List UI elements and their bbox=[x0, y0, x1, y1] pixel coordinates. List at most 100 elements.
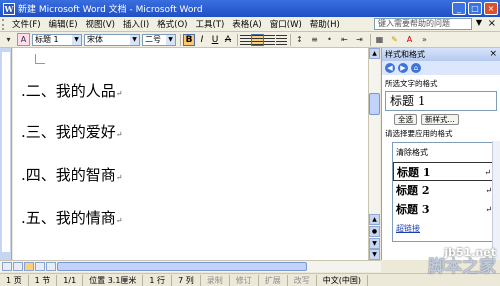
forward-icon[interactable]: ▶ bbox=[398, 63, 408, 73]
pane-navigation: ◀ ▶ ⌂ bbox=[382, 61, 500, 75]
select-all-button[interactable]: 全选 bbox=[394, 114, 417, 125]
style-item-heading-2[interactable]: 标题 2 ↵ bbox=[393, 181, 496, 200]
border-icon[interactable]: ▦ bbox=[373, 33, 386, 46]
pane-title: 样式和格式 bbox=[385, 50, 425, 59]
italic-button[interactable]: I bbox=[196, 34, 208, 46]
scroll-thumb[interactable] bbox=[369, 93, 380, 115]
highlight-icon[interactable]: ✎ bbox=[388, 33, 401, 46]
menu-grip-icon[interactable] bbox=[2, 18, 5, 30]
font-color-icon[interactable]: A bbox=[403, 33, 416, 46]
menu-file[interactable]: 文件(F) bbox=[8, 18, 45, 30]
menu-help[interactable]: 帮助(H) bbox=[306, 18, 344, 30]
web-view-icon[interactable] bbox=[13, 262, 23, 271]
normal-view-icon[interactable] bbox=[2, 262, 12, 271]
font-size-select[interactable]: 二号 ▼ bbox=[142, 33, 176, 46]
styles-formatting-pane: 样式和格式 × ◀ ▶ ⌂ 所选文字的格式 标题 1 全选 新样式... 请选择… bbox=[381, 48, 500, 260]
increase-indent-icon[interactable]: ⇥ bbox=[353, 33, 366, 46]
pane-scrollbar[interactable] bbox=[492, 141, 500, 260]
font-select[interactable]: 宋体 ▼ bbox=[84, 33, 140, 46]
help-dropdown-icon[interactable]: ▼ bbox=[476, 18, 482, 27]
toolbar-separator bbox=[237, 33, 238, 46]
pane-buttons: 全选 新样式... bbox=[394, 114, 500, 125]
styles-pane-icon[interactable]: A bbox=[17, 33, 30, 46]
pane-close-icon[interactable]: × bbox=[489, 49, 497, 59]
menu-tools[interactable]: 工具(T) bbox=[191, 18, 228, 30]
window-title: 新建 Microsoft Word 文档 - Microsoft Word bbox=[18, 5, 203, 15]
menu-format[interactable]: 格式(O) bbox=[153, 18, 191, 30]
pane-header: 样式和格式 × bbox=[382, 48, 500, 61]
style-item-label: 标题 2 bbox=[396, 184, 430, 197]
outline-view-icon[interactable] bbox=[35, 262, 45, 271]
status-record[interactable]: 录制 bbox=[201, 274, 230, 286]
previous-page-icon[interactable]: ▲ bbox=[369, 214, 380, 225]
paragraph-mark-icon: ↵ bbox=[484, 168, 491, 177]
align-right-icon[interactable] bbox=[264, 34, 275, 45]
reading-view-icon[interactable] bbox=[46, 262, 56, 271]
minimize-button[interactable]: _ bbox=[452, 2, 466, 15]
menu-view[interactable]: 视图(V) bbox=[82, 18, 119, 30]
status-line: 1 行 bbox=[143, 274, 173, 286]
chevron-down-icon: ▼ bbox=[72, 34, 81, 45]
style-item-heading-1[interactable]: 标题 1 ↵ bbox=[393, 162, 496, 181]
vertical-scrollbar[interactable]: ▲ ▲ ● ▼ ▼ bbox=[368, 48, 380, 260]
menu-table[interactable]: 表格(A) bbox=[228, 18, 265, 30]
heading-3[interactable]: .四、我的智商↵ bbox=[21, 164, 122, 185]
horizontal-scrollbar[interactable] bbox=[0, 260, 381, 272]
print-layout-icon[interactable] bbox=[24, 262, 34, 271]
style-item-heading-3[interactable]: 标题 3 ↵ bbox=[393, 200, 496, 219]
horizontal-scroll-thumb[interactable] bbox=[57, 262, 307, 271]
align-left-icon[interactable] bbox=[240, 34, 251, 45]
site-watermark: jb51.net 脚本之家 bbox=[428, 246, 496, 276]
document-page[interactable]: .二、我的人品↵ .三、我的爱好↵ .四、我的智商↵ .五、我的情商↵ bbox=[13, 48, 368, 260]
decrease-indent-icon[interactable]: ⇤ bbox=[338, 33, 351, 46]
scroll-up-icon[interactable]: ▲ bbox=[369, 48, 380, 59]
document-close-button[interactable]: × bbox=[488, 18, 496, 29]
heading-1[interactable]: .二、我的人品↵ bbox=[21, 80, 122, 101]
window-controls: _ □ × bbox=[452, 2, 498, 15]
bullets-icon[interactable]: • bbox=[323, 33, 336, 46]
font-size-value: 二号 bbox=[145, 35, 161, 44]
close-button[interactable]: × bbox=[484, 2, 498, 15]
chevron-down-icon: ▼ bbox=[166, 34, 175, 45]
status-page: 1 页 bbox=[0, 274, 29, 286]
menu-window[interactable]: 窗口(W) bbox=[266, 18, 306, 30]
status-overtype[interactable]: 改写 bbox=[288, 274, 317, 286]
underline-button[interactable]: U bbox=[209, 34, 221, 46]
bold-button[interactable]: B bbox=[183, 33, 195, 46]
align-center-icon[interactable] bbox=[251, 33, 264, 46]
margin-corner-mark bbox=[35, 54, 45, 64]
paragraph-mark-icon: ↵ bbox=[485, 186, 492, 195]
line-spacing-icon[interactable]: ↕ bbox=[293, 33, 306, 46]
formatting-toolbar: ▾ A 标题 1 ▼ 宋体 ▼ 二号 ▼ B I U A ↕ ≡ • ⇤ ⇥ ▦… bbox=[0, 32, 500, 48]
home-icon[interactable]: ⌂ bbox=[411, 63, 421, 73]
font-select-value: 宋体 bbox=[87, 35, 103, 44]
status-section: 1 节 bbox=[29, 274, 58, 286]
strikethrough-button[interactable]: A bbox=[222, 34, 234, 46]
align-justify-icon[interactable] bbox=[276, 34, 287, 45]
selected-text-label: 所选文字的格式 bbox=[385, 79, 438, 88]
heading-4[interactable]: .五、我的情商↵ bbox=[21, 207, 122, 228]
style-item-hyperlink[interactable]: 超链接 bbox=[393, 223, 496, 234]
maximize-button[interactable]: □ bbox=[468, 2, 482, 15]
next-page-icon[interactable]: ▼ bbox=[369, 238, 380, 249]
status-track-changes[interactable]: 修订 bbox=[230, 274, 259, 286]
style-select[interactable]: 标题 1 ▼ bbox=[32, 33, 82, 46]
menu-edit[interactable]: 编辑(E) bbox=[45, 18, 82, 30]
heading-text: .五、我的情商 bbox=[21, 209, 116, 227]
back-icon[interactable]: ◀ bbox=[385, 63, 395, 73]
numbering-icon[interactable]: ≡ bbox=[308, 33, 321, 46]
toolbar-options-icon[interactable]: ▾ bbox=[2, 33, 15, 46]
heading-text: .二、我的人品 bbox=[21, 82, 116, 100]
current-style-box[interactable]: 标题 1 bbox=[385, 91, 497, 111]
heading-2[interactable]: .三、我的爱好↵ bbox=[21, 121, 122, 142]
paragraph-mark-icon: ↵ bbox=[485, 205, 492, 214]
style-list: 清除格式 标题 1 ↵ 标题 2 ↵ 标题 3 ↵ 超链接 bbox=[392, 142, 497, 242]
scroll-down-icon[interactable]: ▼ bbox=[369, 249, 380, 260]
menu-insert[interactable]: 插入(I) bbox=[119, 18, 153, 30]
toolbar-overflow-icon[interactable]: » bbox=[418, 33, 431, 46]
style-item-clear[interactable]: 清除格式 bbox=[393, 143, 496, 162]
select-browse-object-icon[interactable]: ● bbox=[369, 226, 380, 237]
new-style-button[interactable]: 新样式... bbox=[421, 114, 459, 125]
help-search-input[interactable]: 键入需要帮助的问题 bbox=[374, 18, 472, 30]
status-extend[interactable]: 扩展 bbox=[259, 274, 288, 286]
